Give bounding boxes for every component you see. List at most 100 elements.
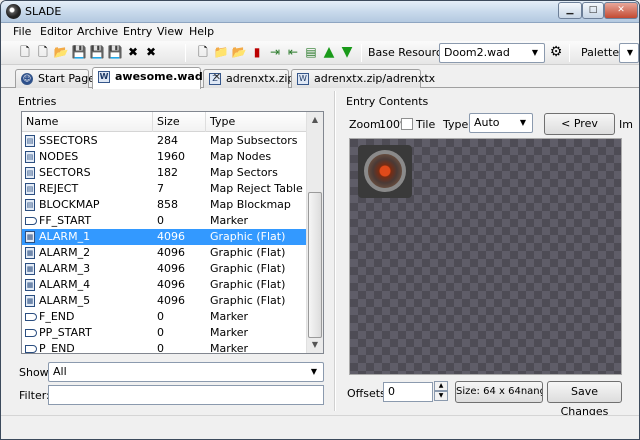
archive-tabs: ☺ Start Page W awesome.wad ✕ Z adrenxtx.… bbox=[1, 66, 639, 89]
offset-spinner[interactable]: ▲ ▼ bbox=[434, 381, 448, 401]
table-row[interactable]: ▦ ALARM_2 4096 Graphic (Flat) bbox=[22, 245, 308, 261]
table-row[interactable]: PP_START 0 Marker bbox=[22, 325, 308, 341]
marker-entry-icon bbox=[25, 345, 37, 353]
next-button-cut-label[interactable]: Im bbox=[619, 118, 633, 131]
entry-size: 4096 bbox=[157, 278, 185, 291]
tab-label: adrenxtx.zip/adrenxtx bbox=[314, 72, 436, 85]
table-row[interactable]: F_END 0 Marker bbox=[22, 309, 308, 325]
move-down-icon[interactable]: ▼ bbox=[339, 44, 355, 60]
menu-entry[interactable]: Entry bbox=[123, 25, 152, 38]
import-entry-icon[interactable]: ⇥ bbox=[267, 44, 283, 60]
title-bar[interactable]: SLADE ▁ □ ✕ bbox=[1, 1, 639, 23]
menu-editor[interactable]: Editor bbox=[40, 25, 73, 38]
import-files-icon[interactable]: 📂 bbox=[231, 44, 247, 60]
open-archive-icon[interactable]: 📂 bbox=[53, 44, 69, 60]
close-tab-icon[interactable]: ✕ bbox=[213, 72, 221, 83]
scroll-up-icon[interactable]: ▲ bbox=[307, 112, 323, 128]
close-archive-icon[interactable]: ✖ bbox=[125, 44, 141, 60]
menu-archive[interactable]: Archive bbox=[77, 25, 118, 38]
tile-checkbox[interactable] bbox=[401, 118, 413, 130]
menu-view[interactable]: View bbox=[157, 25, 183, 38]
graphic-entry-icon: ▦ bbox=[25, 279, 35, 291]
save-archive-icon[interactable]: 💾 bbox=[71, 44, 87, 60]
show-label: Show: bbox=[19, 366, 52, 379]
menu-file[interactable]: File bbox=[13, 25, 31, 38]
prev-button[interactable]: < Prev bbox=[544, 113, 615, 135]
entry-size: 4096 bbox=[157, 294, 185, 307]
entries-panel-title: Entries bbox=[18, 95, 57, 108]
table-row[interactable]: ▤ BLOCKMAP 858 Map Blockmap bbox=[22, 197, 308, 213]
entry-size: 4096 bbox=[157, 262, 185, 275]
scrollbar-thumb[interactable] bbox=[308, 192, 322, 338]
minimize-button[interactable]: ▁ bbox=[558, 2, 582, 19]
table-row[interactable]: ▦ ALARM_1 4096 Graphic (Flat) bbox=[22, 229, 308, 245]
size-display: Size: 64 x 64nanges bbox=[455, 381, 543, 403]
new-entry-icon[interactable]: 🗋 bbox=[195, 44, 211, 60]
table-row[interactable]: ▦ ALARM_4 4096 Graphic (Flat) bbox=[22, 277, 308, 293]
palette-select[interactable]: ▼ bbox=[619, 43, 639, 63]
new-zip-icon[interactable]: 🗋 bbox=[35, 44, 51, 60]
export-entry-icon[interactable]: ⇤ bbox=[285, 44, 301, 60]
base-resource-select[interactable]: Doom2.wad ▼ bbox=[439, 43, 545, 63]
graphic-entry-icon: ▦ bbox=[25, 295, 35, 307]
table-row[interactable]: P_END 0 Marker bbox=[22, 341, 308, 353]
table-row[interactable]: FF_START 0 Marker bbox=[22, 213, 308, 229]
tab-awesome-wad[interactable]: W awesome.wad ✕ bbox=[92, 67, 221, 89]
panel-splitter[interactable] bbox=[334, 91, 336, 411]
offset-x-input[interactable]: 0 bbox=[383, 382, 433, 402]
filter-input[interactable] bbox=[48, 385, 324, 405]
new-directory-icon[interactable]: 📁 bbox=[213, 44, 229, 60]
new-wad-icon[interactable]: 🗋 bbox=[17, 44, 33, 60]
entry-type: Map Nodes bbox=[210, 150, 272, 163]
entry-size: 7 bbox=[157, 182, 164, 195]
entry-type: Marker bbox=[210, 310, 249, 323]
column-header-type[interactable]: Type bbox=[210, 115, 235, 128]
close-all-icon[interactable]: ✖ bbox=[143, 44, 159, 60]
gfx-type-select[interactable]: Auto ▼ bbox=[469, 113, 533, 133]
entries-list[interactable]: Name Size Type ▤ SSECTORS 284 Map Subsector… bbox=[21, 111, 324, 354]
graphic-preview-canvas[interactable] bbox=[349, 138, 622, 375]
entries-scrollbar[interactable]: ▲ ▼ bbox=[306, 112, 323, 353]
save-changes-button[interactable]: Save Changes bbox=[547, 381, 622, 418]
show-filter-select[interactable]: All ▼ bbox=[48, 362, 324, 382]
menu-help[interactable]: Help bbox=[189, 25, 214, 38]
rename-entry-icon[interactable]: ▤ bbox=[303, 44, 319, 60]
tile-label: Tile bbox=[416, 118, 436, 131]
table-row[interactable]: ▤ SECTORS 182 Map Sectors bbox=[22, 165, 308, 181]
delete-entry-icon[interactable]: ▮ bbox=[249, 44, 265, 60]
column-divider[interactable] bbox=[152, 112, 153, 132]
close-window-button[interactable]: ✕ bbox=[604, 2, 638, 19]
entry-size: 4096 bbox=[157, 246, 185, 259]
spin-up-icon[interactable]: ▲ bbox=[434, 381, 448, 391]
table-row[interactable]: ▤ SSECTORS 284 Map Subsectors bbox=[22, 133, 308, 149]
toolbar-separator bbox=[569, 44, 570, 62]
gfx-type-value: Auto bbox=[474, 116, 500, 129]
table-row[interactable]: ▦ ALARM_5 4096 Graphic (Flat) bbox=[22, 293, 308, 309]
save-as-icon[interactable]: 💾 bbox=[89, 44, 105, 60]
save-all-icon[interactable]: 💾 bbox=[107, 44, 123, 60]
tab-start-page[interactable]: ☺ Start Page bbox=[15, 69, 95, 88]
entry-name: BLOCKMAP bbox=[39, 198, 100, 211]
entry-name: SECTORS bbox=[39, 166, 91, 179]
table-row[interactable]: ▦ ALARM_3 4096 Graphic (Flat) bbox=[22, 261, 308, 277]
entry-type: Marker bbox=[210, 326, 249, 339]
table-row[interactable]: ▤ NODES 1960 Map Nodes bbox=[22, 149, 308, 165]
palette-label: Palette: bbox=[581, 46, 623, 59]
move-up-icon[interactable]: ▲ bbox=[321, 44, 337, 60]
table-row[interactable]: ▤ REJECT 7 Map Reject Table bbox=[22, 181, 308, 197]
show-filter-value: All bbox=[53, 365, 67, 378]
toolbar-separator bbox=[185, 44, 186, 62]
tab-adrenxtx-folder[interactable]: W adrenxtx.zip/adrenxtx bbox=[291, 69, 435, 88]
wad-icon: W bbox=[98, 71, 110, 83]
entry-size: 1960 bbox=[157, 150, 185, 163]
entry-name: FF_START bbox=[39, 214, 92, 227]
spin-down-icon[interactable]: ▼ bbox=[434, 391, 448, 401]
column-header-name[interactable]: Name bbox=[26, 115, 58, 128]
scroll-down-icon[interactable]: ▼ bbox=[307, 337, 323, 353]
gear-icon[interactable]: ⚙ bbox=[548, 44, 564, 60]
maximize-button[interactable]: □ bbox=[582, 2, 604, 19]
graphic-entry-icon: ▦ bbox=[25, 231, 35, 243]
data-entry-icon: ▤ bbox=[25, 135, 35, 147]
column-header-size[interactable]: Size bbox=[157, 115, 180, 128]
column-divider[interactable] bbox=[205, 112, 206, 132]
